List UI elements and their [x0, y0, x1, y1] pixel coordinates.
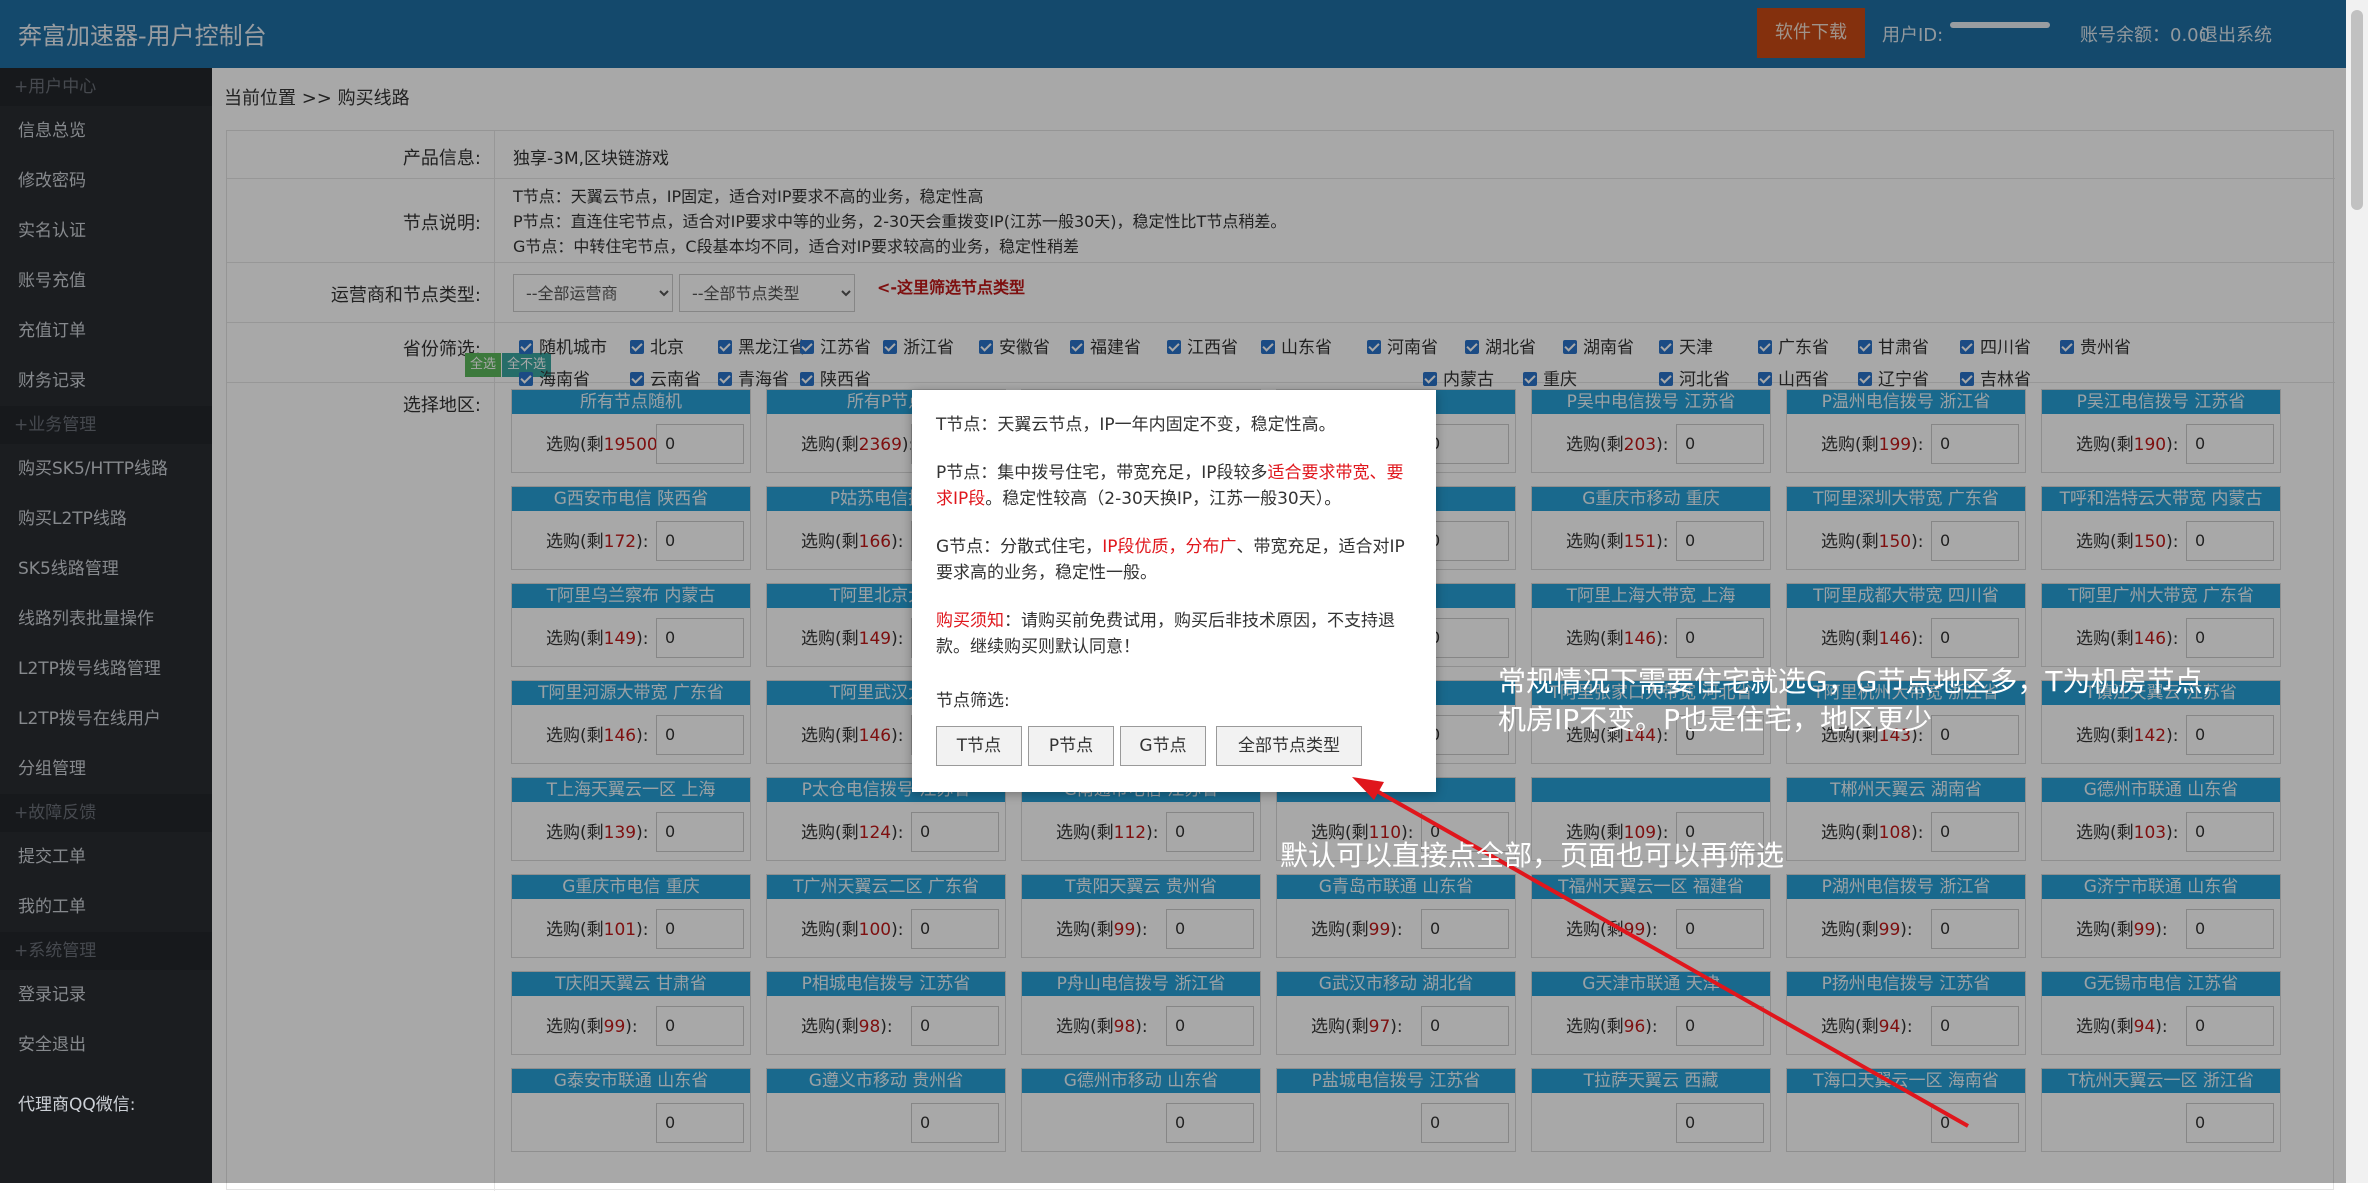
annotation-note-2: 默认可以直接点全部，页面也可以再筛选 — [1280, 839, 1785, 872]
annotation-note-1-line-1: 常规情况下需要住宅就选G，G节点地区多，T为机房节点, — [1498, 665, 2212, 698]
annotation-arrow — [1352, 777, 1969, 1128]
arrow-head — [1352, 777, 1384, 800]
sidebar-agent-contact: 代理商QQ微信: — [18, 1095, 136, 1115]
arrow-line — [1367, 784, 1969, 1128]
annotation-note-1-line-2: 机房IP不变。P也是住宅，地区更少 — [1498, 703, 1933, 736]
